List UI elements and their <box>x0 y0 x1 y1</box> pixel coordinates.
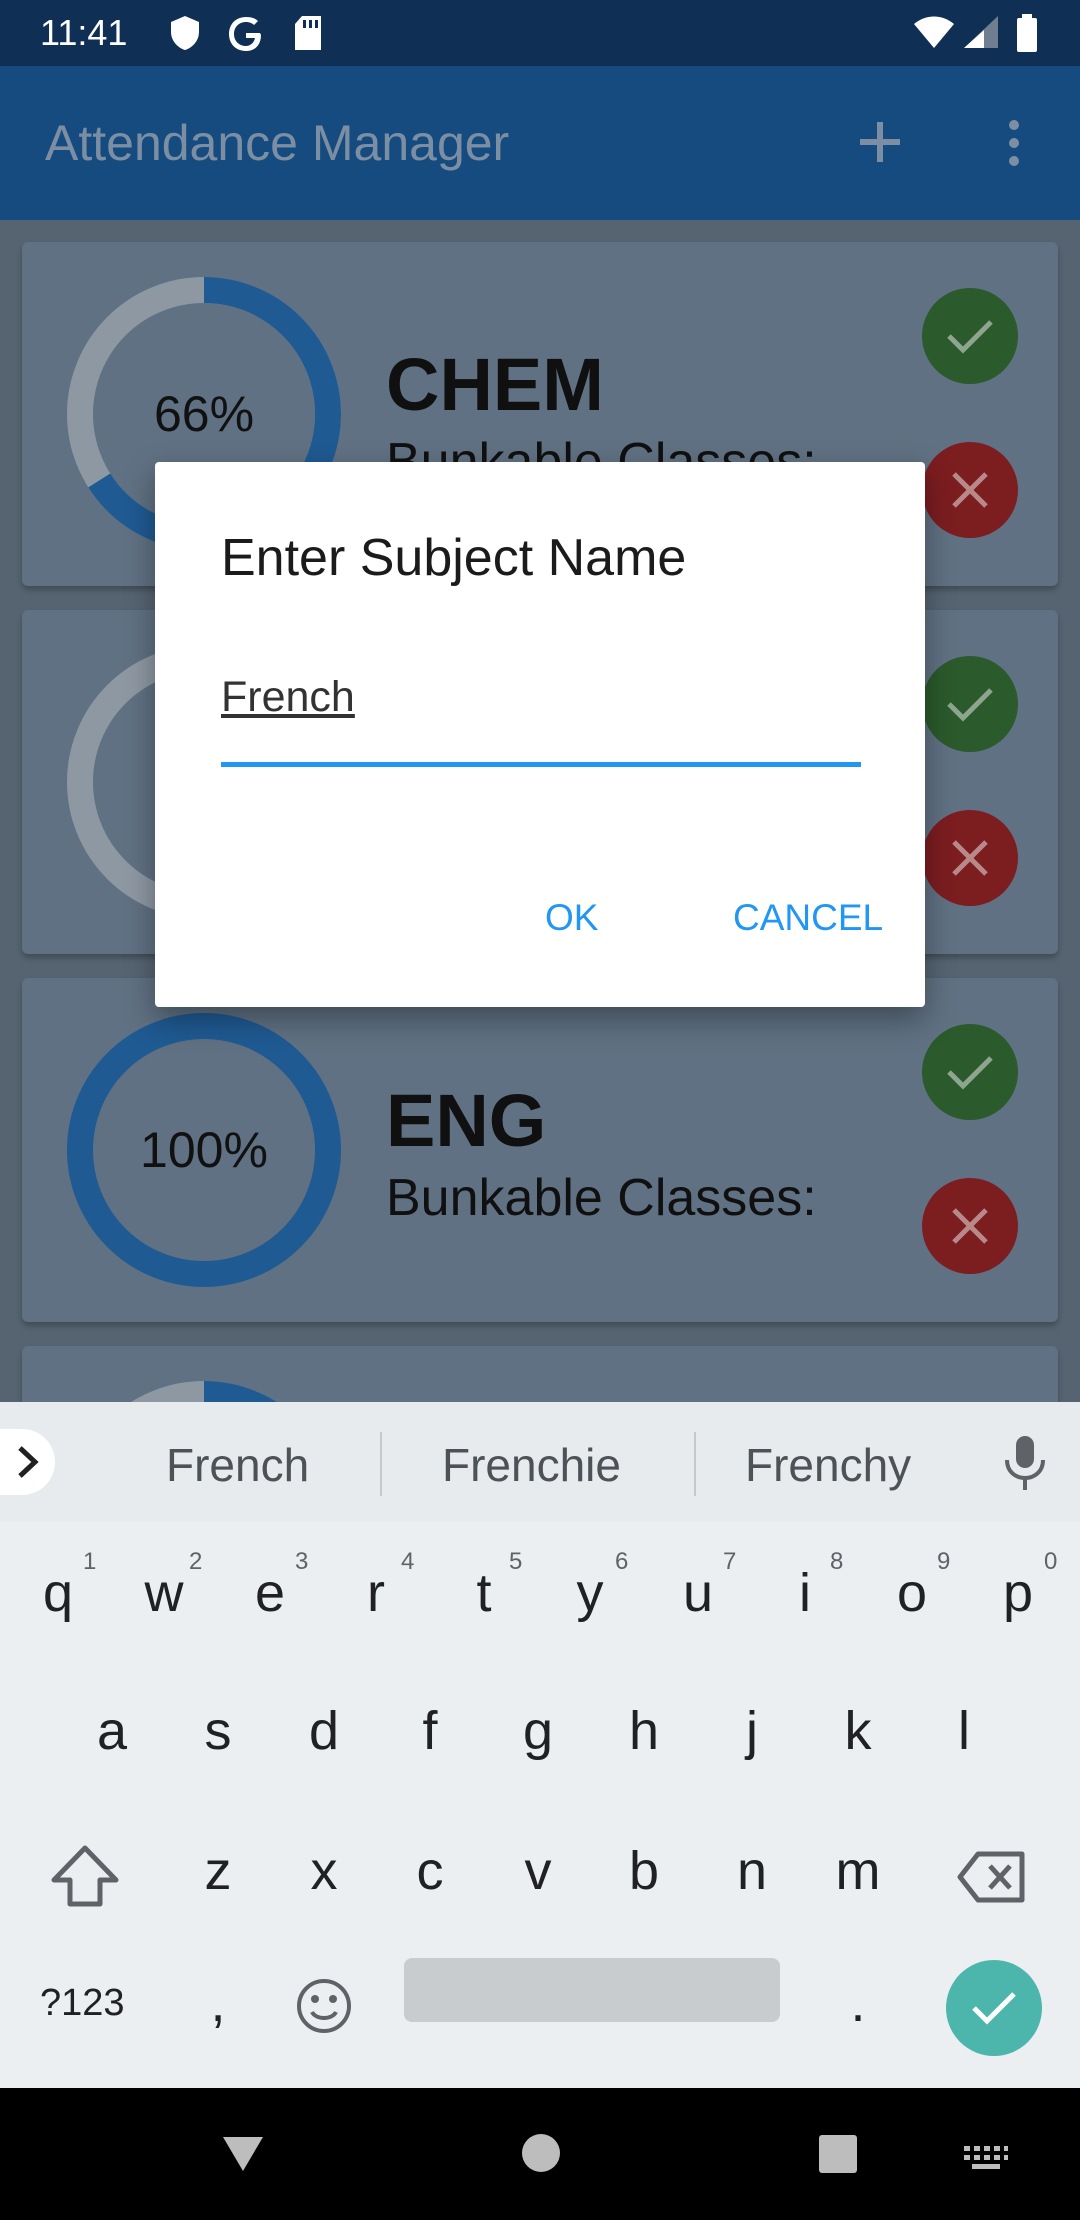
subject-name-dialog: Enter Subject Name OK CANCEL <box>155 462 925 1007</box>
mark-present-button[interactable] <box>922 656 1018 752</box>
emoji-key[interactable] <box>294 1976 354 2041</box>
ok-button[interactable]: OK <box>545 897 598 939</box>
home-icon[interactable] <box>520 2132 562 2179</box>
dialog-title: Enter Subject Name <box>221 529 687 587</box>
overflow-menu-icon[interactable] <box>1000 118 1028 173</box>
sd-card-icon <box>292 14 324 57</box>
symbols-key[interactable]: ?123 <box>40 1982 125 2025</box>
key-p-digit: 0 <box>1044 1548 1058 1575</box>
add-icon[interactable] <box>856 118 904 171</box>
back-icon[interactable] <box>220 2134 266 2179</box>
subject-name: ENG <box>386 1079 547 1162</box>
input-underline <box>221 762 861 767</box>
done-key[interactable] <box>946 1960 1042 2056</box>
key-v[interactable]: v <box>498 1840 578 1902</box>
bunkable-label: Bunkable Classes: <box>386 1169 817 1227</box>
key-d[interactable]: d <box>284 1700 364 1762</box>
check-icon <box>947 1056 993 1090</box>
period-key[interactable]: . <box>818 1972 898 2034</box>
comma-key[interactable]: , <box>178 1972 258 2034</box>
chevron-right-icon <box>17 1446 39 1478</box>
key-l[interactable]: l <box>924 1700 1004 1762</box>
google-icon <box>226 14 266 59</box>
key-k[interactable]: k <box>818 1700 898 1762</box>
microphone-icon[interactable] <box>1000 1434 1050 1497</box>
suggestion-divider <box>380 1432 382 1496</box>
close-icon <box>952 472 988 508</box>
key-g[interactable]: g <box>498 1700 578 1762</box>
navigation-bar <box>0 2088 1080 2220</box>
backspace-icon <box>957 1851 1025 1903</box>
key-f[interactable]: f <box>390 1700 470 1762</box>
attendance-percent: 100% <box>140 1122 268 1178</box>
check-icon <box>947 320 993 354</box>
suggestion-bar: French Frenchie Frenchy <box>0 1402 1080 1522</box>
close-icon <box>952 840 988 876</box>
wifi-icon <box>912 14 956 55</box>
status-bar: 11:41 <box>0 0 1080 66</box>
mark-absent-button[interactable] <box>922 442 1018 538</box>
key-w-digit: 2 <box>189 1548 203 1575</box>
suggestion-2[interactable]: Frenchie <box>442 1438 621 1492</box>
key-s[interactable]: s <box>178 1700 258 1762</box>
key-i-digit: 8 <box>830 1548 844 1575</box>
keyboard-switch-icon[interactable] <box>962 2144 1010 2177</box>
key-h[interactable]: h <box>604 1700 684 1762</box>
suggestion-divider <box>694 1432 696 1496</box>
signal-icon <box>962 14 1000 55</box>
app-bar: Attendance Manager <box>0 66 1080 220</box>
space-key[interactable] <box>404 1958 780 2022</box>
status-time: 11:41 <box>40 12 128 53</box>
key-u-digit: 7 <box>723 1548 737 1575</box>
shift-key[interactable] <box>50 1844 120 1913</box>
soft-keyboard: French Frenchie Frenchy q 1 w 2 e 3 r 4 … <box>0 1402 1080 2088</box>
suggestion-3[interactable]: Frenchy <box>745 1438 911 1492</box>
key-b[interactable]: b <box>604 1840 684 1902</box>
mark-absent-button[interactable] <box>922 1178 1018 1274</box>
key-z[interactable]: z <box>178 1840 258 1902</box>
key-y-digit: 6 <box>615 1548 629 1575</box>
subject-card: 100% ENG Bunkable Classes: <box>22 978 1058 1322</box>
app-title: Attendance Manager <box>45 115 510 171</box>
shield-icon <box>168 14 202 57</box>
key-j[interactable]: j <box>712 1700 792 1762</box>
key-e-digit: 3 <box>295 1548 309 1575</box>
close-icon <box>952 1208 988 1244</box>
key-n[interactable]: n <box>712 1840 792 1902</box>
mark-absent-button[interactable] <box>922 810 1018 906</box>
key-q-digit: 1 <box>83 1548 97 1575</box>
check-icon <box>972 1992 1016 2025</box>
shift-icon <box>51 1845 119 1907</box>
key-r-digit: 4 <box>401 1548 415 1575</box>
key-o-digit: 9 <box>937 1548 951 1575</box>
key-x[interactable]: x <box>284 1840 364 1902</box>
expand-suggestions-button[interactable] <box>0 1429 55 1495</box>
key-t-digit: 5 <box>509 1548 523 1575</box>
subject-name: CHEM <box>386 343 604 426</box>
key-area: q 1 w 2 e 3 r 4 t 5 y 6 u 7 i 8 o 9 p 0 … <box>0 1522 1080 2088</box>
key-a[interactable]: a <box>72 1700 152 1762</box>
check-icon <box>947 688 993 722</box>
subject-name-input[interactable] <box>221 667 861 727</box>
backspace-key[interactable] <box>956 1850 1028 1909</box>
battery-icon <box>1016 14 1038 57</box>
emoji-icon <box>297 1979 351 2033</box>
key-m[interactable]: m <box>818 1840 898 1902</box>
cancel-button[interactable]: CANCEL <box>733 897 883 939</box>
mark-present-button[interactable] <box>922 1024 1018 1120</box>
key-c[interactable]: c <box>390 1840 470 1902</box>
recents-icon[interactable] <box>818 2134 858 2179</box>
mark-present-button[interactable] <box>922 288 1018 384</box>
suggestion-1[interactable]: French <box>166 1438 309 1492</box>
